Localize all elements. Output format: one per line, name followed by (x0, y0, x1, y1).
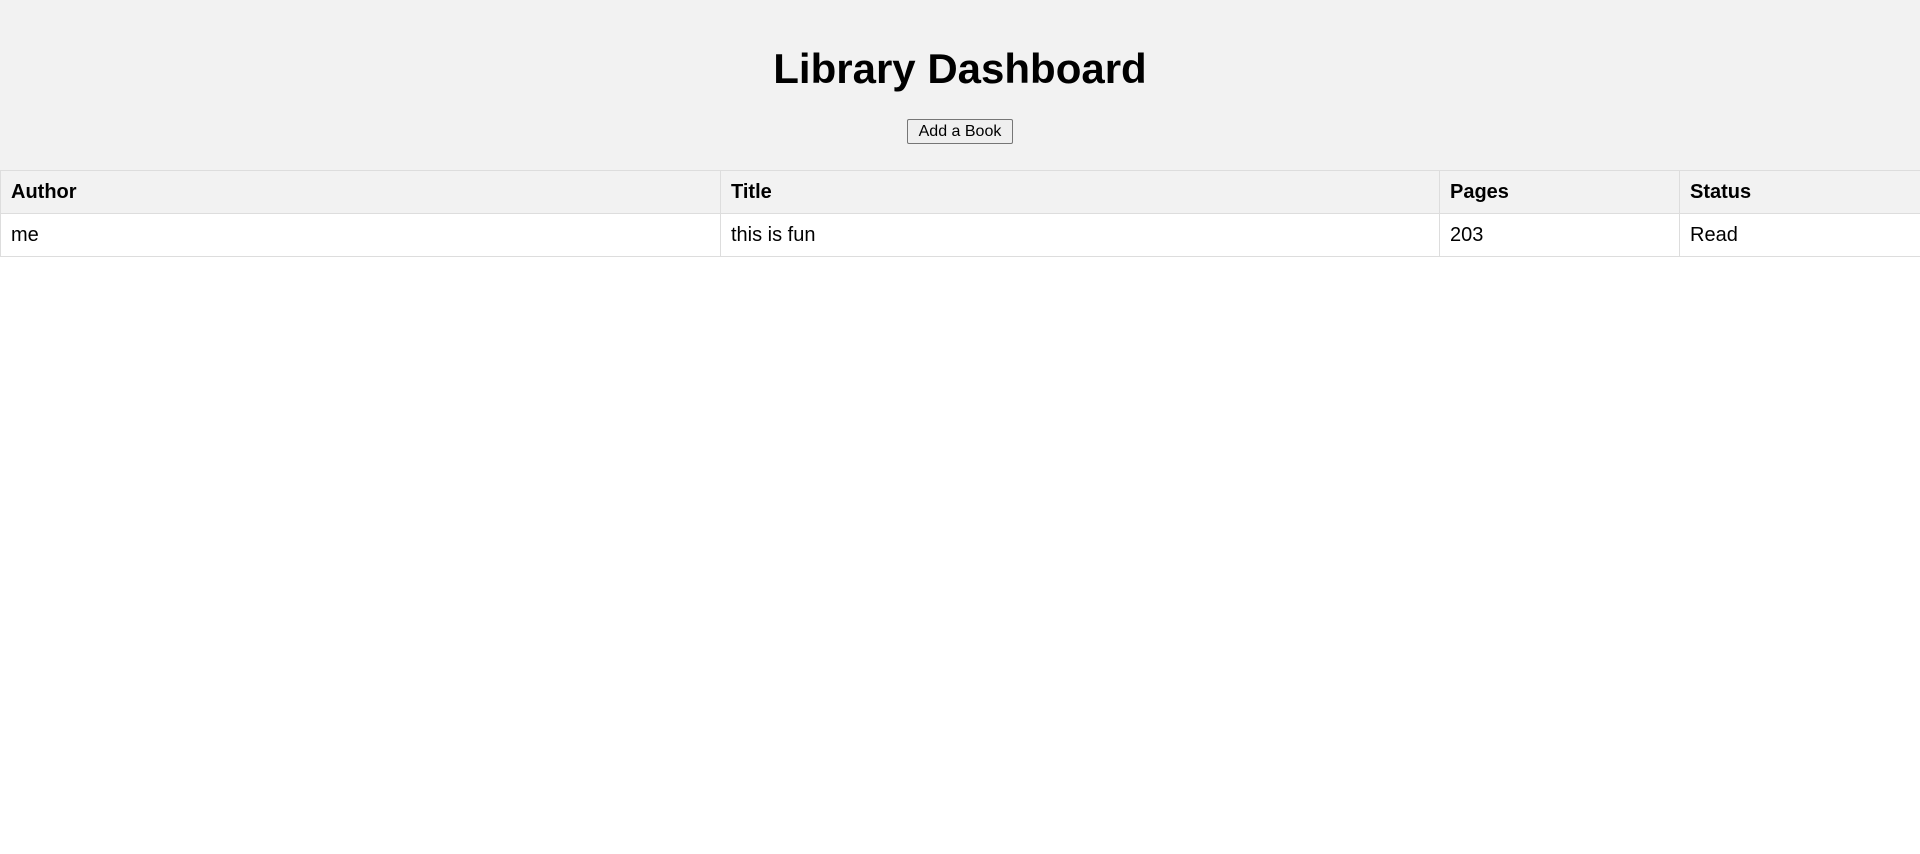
cell-pages: 203 (1439, 213, 1680, 257)
books-table: Author Title Pages Status me this is fun… (0, 170, 1920, 257)
column-header-author: Author (0, 170, 721, 214)
cell-title: this is fun (720, 213, 1440, 257)
add-book-button[interactable]: Add a Book (907, 119, 1013, 144)
cell-author: me (0, 213, 721, 257)
table-header-row: Author Title Pages Status (0, 170, 1920, 214)
page-title: Library Dashboard (773, 45, 1147, 92)
column-header-title: Title (720, 170, 1440, 214)
table-row: me this is fun 203 Read (0, 213, 1920, 257)
column-header-pages: Pages (1439, 170, 1680, 214)
column-header-status: Status (1679, 170, 1920, 214)
cell-status: Read (1679, 213, 1920, 257)
page-header: Library Dashboard Add a Book (0, 0, 1920, 170)
